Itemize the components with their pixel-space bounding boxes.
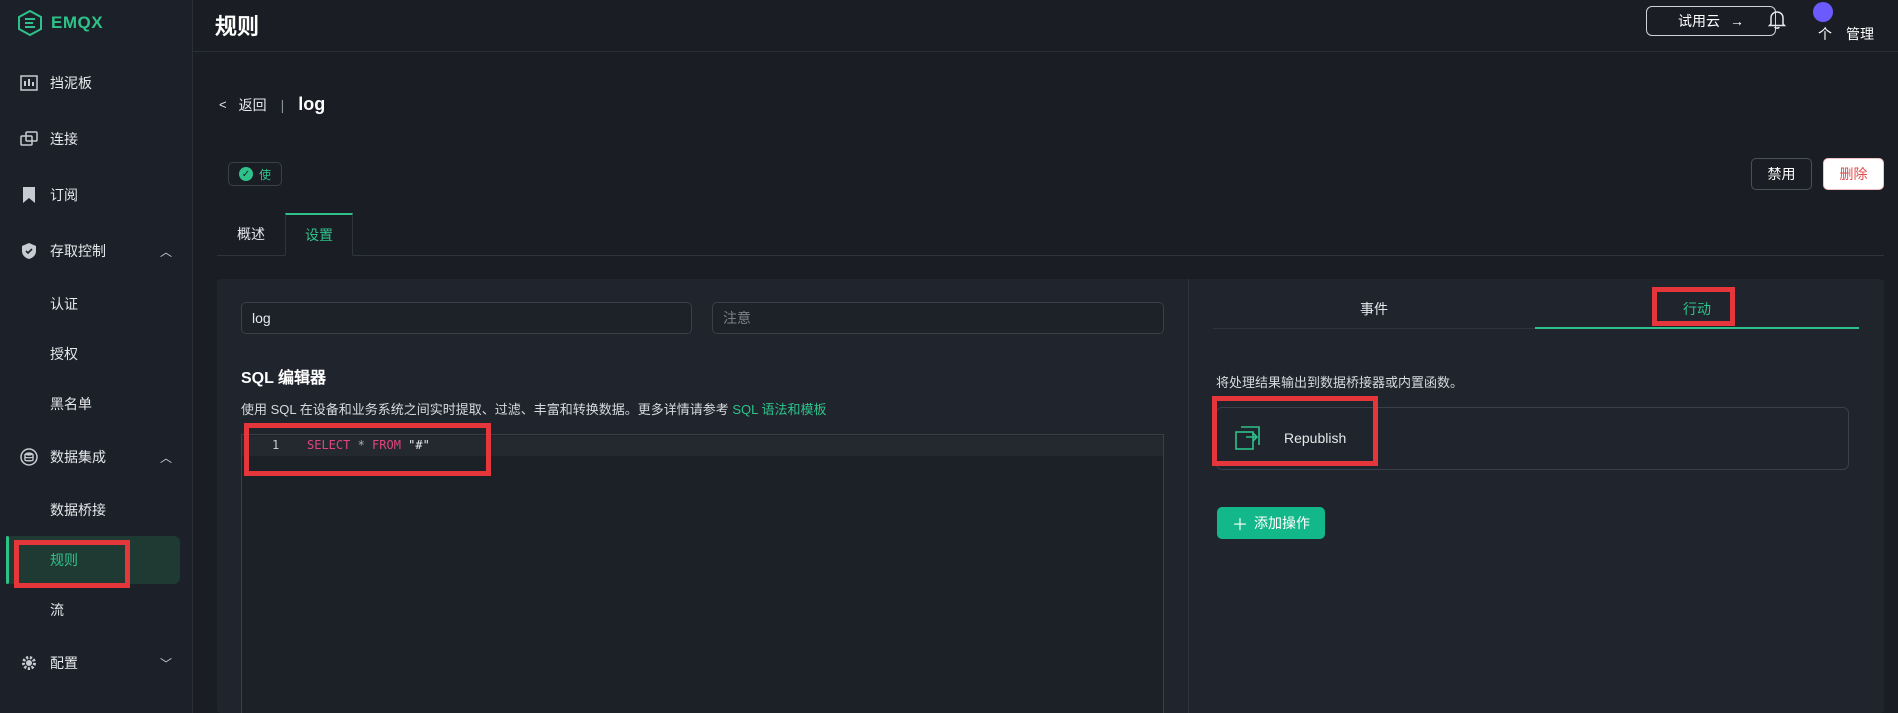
- sidebar-item-label: 订阅: [50, 187, 78, 203]
- sidebar-item-configuration[interactable]: 配置 ﹀: [0, 643, 192, 683]
- emqx-logo[interactable]: EMQX: [17, 10, 103, 36]
- sql-editor-description: 使用 SQL 在设备和业务系统之间实时提取、过滤、丰富和转换数据。更多详情请参考…: [241, 399, 827, 418]
- check-circle-icon: ✓: [239, 167, 253, 181]
- tab-events[interactable]: 事件: [1213, 289, 1535, 329]
- republish-icon: [1233, 423, 1263, 458]
- sidebar-item-label: 认证: [50, 296, 78, 312]
- right-tabs-active-indicator: [1535, 327, 1859, 329]
- sql-syntax-link[interactable]: SQL 语法和模板: [732, 402, 826, 417]
- disable-button[interactable]: 禁用: [1751, 158, 1812, 190]
- sidebar-item-label: 数据集成: [50, 449, 106, 465]
- back-link[interactable]: 返回: [239, 95, 267, 115]
- logo-text: EMQX: [51, 13, 104, 32]
- chevron-up-icon: ︿: [160, 244, 173, 259]
- panel-divider: [1188, 279, 1189, 713]
- sidebar-item-flows[interactable]: 流: [6, 586, 180, 634]
- sql-editor[interactable]: 1 SELECT * FROM "#": [241, 434, 1164, 713]
- status-badge: ✓ 使: [228, 162, 283, 186]
- sidebar: EMQX 挡泥板 连接 订阅 存取控制 ︿ 认证 授权 黑名单 数据集成 ︿ 数…: [0, 0, 193, 713]
- sql-editor-title: SQL 编辑器: [241, 370, 327, 387]
- sidebar-item-access-control[interactable]: 存取控制 ︿: [0, 231, 192, 271]
- sidebar-item-label: 授权: [50, 346, 78, 362]
- sidebar-item-label: 规则: [50, 552, 78, 568]
- chevron-down-icon: ﹀: [160, 656, 173, 671]
- gear-icon: [19, 653, 39, 673]
- subscriptions-icon: [19, 185, 39, 205]
- breadcrumb: < 返回 | log: [219, 94, 325, 115]
- sidebar-item-data-bridge[interactable]: 数据桥接: [6, 486, 180, 534]
- sidebar-item-rules[interactable]: 规则: [6, 536, 180, 584]
- page-title: 规则: [215, 14, 260, 39]
- delete-button[interactable]: 删除: [1823, 158, 1884, 190]
- sidebar-item-label: 连接: [50, 131, 78, 147]
- sidebar-item-authentication[interactable]: 认证: [6, 280, 180, 328]
- bell-icon[interactable]: [1767, 10, 1787, 35]
- sidebar-item-subscriptions[interactable]: 订阅: [0, 175, 192, 215]
- action-label: Republish: [1284, 430, 1347, 446]
- sidebar-item-label: 挡泥板: [50, 75, 92, 91]
- sidebar-item-dashboard[interactable]: 挡泥板: [0, 63, 192, 103]
- sidebar-item-label: 流: [50, 602, 64, 618]
- sidebar-item-authorization[interactable]: 授权: [6, 330, 180, 378]
- breadcrumb-separator: |: [280, 96, 285, 113]
- sidebar-item-label: 黑名单: [50, 396, 92, 412]
- editor-code-line[interactable]: SELECT * FROM "#": [307, 438, 430, 452]
- sql-operator-star: *: [350, 438, 373, 452]
- emqx-logo-icon: [18, 10, 42, 36]
- arrow-right-icon: →: [1730, 13, 1744, 29]
- tab-settings[interactable]: 设置: [285, 213, 353, 256]
- dashboard-icon: [19, 73, 39, 93]
- rule-tabs: 概述 设置: [217, 213, 1884, 256]
- sidebar-item-data-integration[interactable]: 数据集成 ︿: [0, 437, 192, 477]
- add-action-label: 添加操作: [1254, 515, 1310, 531]
- shield-icon: [19, 241, 39, 261]
- sql-keyword-from: FROM: [372, 438, 401, 452]
- action-card-republish[interactable]: Republish: [1216, 407, 1849, 470]
- rule-name-input[interactable]: log: [241, 302, 692, 334]
- tab-actions[interactable]: 行动: [1535, 289, 1859, 329]
- actions-description: 将处理结果输出到数据桥接器或内置函数。: [1216, 375, 1464, 390]
- editor-line-number: 1: [272, 438, 280, 452]
- tab-overview[interactable]: 概述: [217, 213, 285, 255]
- top-header: 规则 试用云 → 个 管理: [193, 0, 1898, 52]
- data-integration-icon: [19, 447, 39, 467]
- sql-topic-string: "#": [400, 438, 430, 452]
- note-input[interactable]: 注意: [712, 302, 1164, 334]
- sidebar-item-label: 存取控制: [50, 243, 106, 259]
- connections-icon: [19, 129, 39, 149]
- try-cloud-label: 试用云: [1678, 13, 1720, 29]
- avatar[interactable]: [1813, 2, 1833, 22]
- chevron-left-icon[interactable]: <: [219, 97, 227, 112]
- chevron-up-icon: ︿: [160, 450, 173, 465]
- sql-desc-text: 使用 SQL 在设备和业务系统之间实时提取、过滤、丰富和转换数据。更多详情请参考: [241, 402, 733, 417]
- add-action-button[interactable]: ＋ 添加操作: [1217, 507, 1325, 539]
- plus-icon: ＋: [1231, 517, 1248, 534]
- sidebar-item-label: 数据桥接: [50, 502, 106, 518]
- user-menu[interactable]: 个 管理: [1818, 24, 1874, 44]
- status-label: 使: [259, 167, 272, 182]
- try-cloud-button[interactable]: 试用云 →: [1646, 6, 1776, 36]
- rule-name-title: log: [298, 94, 326, 114]
- sidebar-item-label: 配置: [50, 655, 78, 671]
- sidebar-item-blacklist[interactable]: 黑名单: [6, 380, 180, 428]
- sidebar-item-connections[interactable]: 连接: [0, 119, 192, 159]
- sql-keyword-select: SELECT: [307, 438, 351, 452]
